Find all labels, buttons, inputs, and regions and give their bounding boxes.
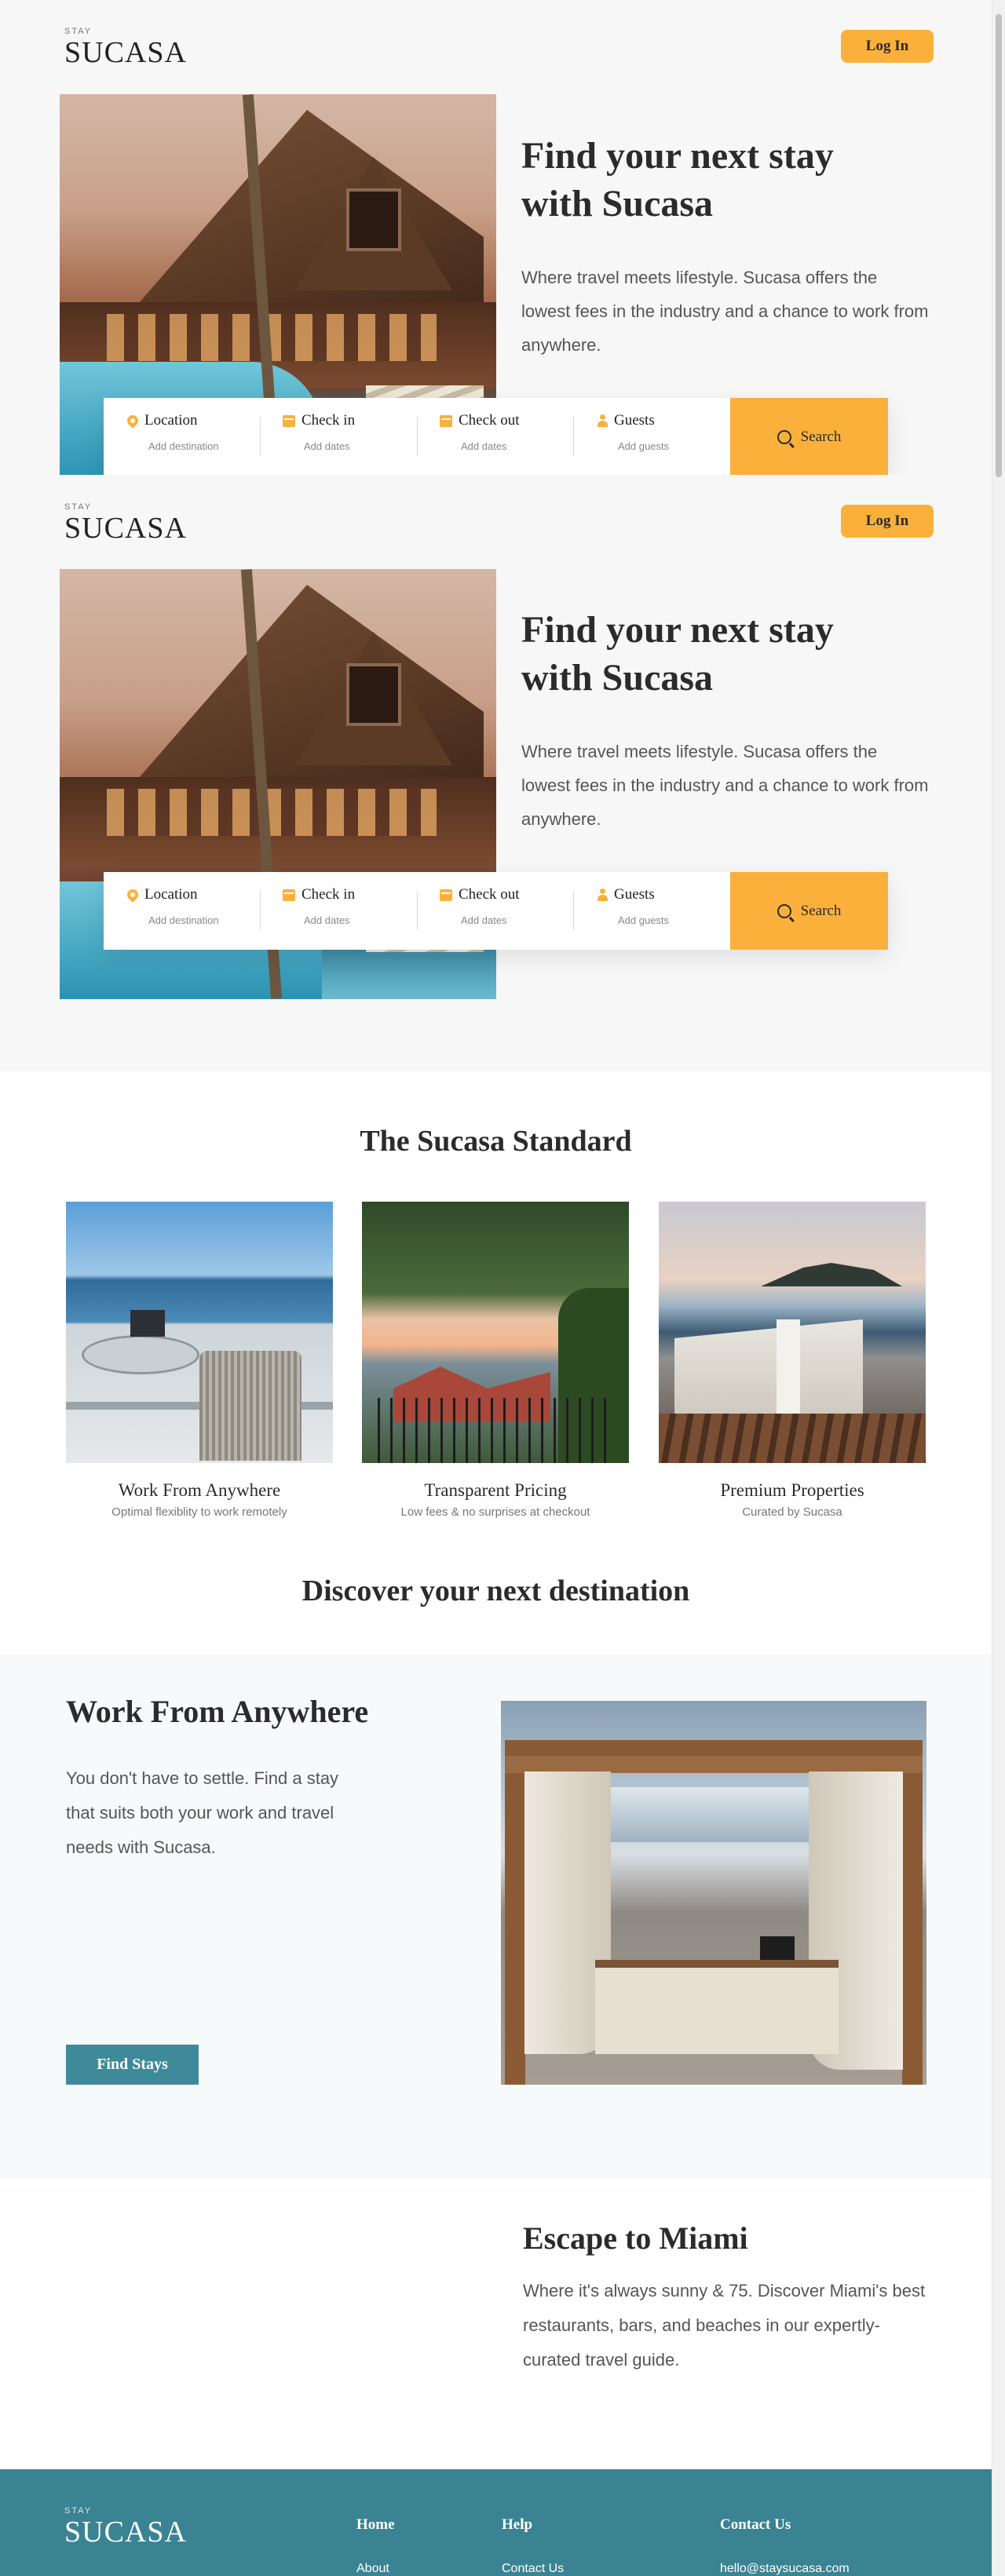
login-button[interactable]: Log In [841, 30, 934, 63]
search-bar: Location Add destination Check in Add da… [104, 872, 888, 950]
check-in-field[interactable]: Check in Add dates [283, 412, 432, 462]
page-scrollbar[interactable] [992, 0, 1005, 2576]
feature-desc: Low fees & no surprises at checkout [400, 1505, 590, 1519]
search-button-label: Search [800, 428, 842, 445]
footer: STAY SUCASA Home About Help Contact Us C… [0, 2469, 992, 2576]
logo-name: SUCASA [64, 512, 187, 545]
guests-field[interactable]: Guests Add guests [597, 886, 746, 936]
divider [417, 891, 418, 930]
work-remote-image [66, 1202, 333, 1463]
premium-image [659, 1202, 926, 1463]
calendar-icon [283, 888, 295, 901]
check-out-placeholder: Add dates [461, 914, 507, 926]
hero-title-line1: Find your next stay [521, 609, 834, 651]
pricing-image [362, 1202, 629, 1463]
hero-title-line2: with Sucasa [521, 657, 714, 699]
map-pin-icon [125, 887, 141, 903]
calendar-icon [440, 888, 452, 901]
calendar-icon [283, 414, 295, 427]
hero-title: Find your next stay with Sucasa [521, 132, 930, 228]
location-placeholder: Add destination [148, 440, 219, 452]
calendar-icon [440, 414, 452, 427]
divider [260, 417, 261, 456]
location-field[interactable]: Location Add destination [125, 412, 276, 462]
footer-heading-home: Home [356, 2516, 395, 2533]
divider [417, 417, 418, 456]
check-out-field[interactable]: Check out Add dates [440, 886, 589, 936]
guests-placeholder: Add guests [618, 914, 670, 926]
user-icon [597, 888, 608, 901]
feature-name: Transparent Pricing [424, 1480, 567, 1500]
location-label: Location [144, 886, 198, 903]
hero-subtitle: Where travel meets lifestyle. Sucasa off… [521, 742, 929, 829]
check-in-placeholder: Add dates [304, 914, 350, 926]
feature-card-premium[interactable]: Premium Properties Curated by Sucasa [659, 1202, 926, 1519]
hero-title-line1: Find your next stay [521, 135, 834, 177]
guests-label: Guests [614, 412, 655, 429]
logo-tag: STAY [64, 27, 93, 36]
wfa-title: Work From Anywhere [66, 1694, 369, 1729]
find-stays-button[interactable]: Find Stays [66, 2045, 199, 2085]
footer-logo[interactable]: STAY SUCASA [64, 2506, 187, 2547]
check-in-placeholder: Add dates [304, 440, 350, 452]
footer-heading-contact: Contact Us [720, 2516, 791, 2533]
check-out-label: Check out [459, 412, 520, 429]
search-icon [777, 903, 791, 918]
check-out-placeholder: Add dates [461, 440, 507, 452]
divider [573, 891, 574, 930]
search-button[interactable]: Search [730, 398, 888, 476]
guests-field[interactable]: Guests Add guests [597, 412, 746, 462]
guests-placeholder: Add guests [618, 440, 670, 452]
location-placeholder: Add destination [148, 914, 219, 926]
logo-name: SUCASA [64, 36, 187, 69]
logo[interactable]: STAY SUCASA [64, 27, 187, 68]
feature-card-work[interactable]: Work From Anywhere Optimal flexiblity to… [66, 1202, 333, 1519]
footer-link-email[interactable]: hello@staysucasa.com [720, 2562, 850, 2576]
location-label: Location [144, 412, 198, 429]
search-icon [777, 429, 791, 444]
logo-name: SUCASA [64, 2516, 187, 2549]
hero-title: Find your next stay with Sucasa [521, 606, 930, 702]
check-out-label: Check out [459, 886, 520, 903]
feature-name: Work From Anywhere [118, 1480, 281, 1500]
divider [573, 417, 574, 456]
user-icon [597, 414, 608, 427]
hero-title-line2: with Sucasa [521, 183, 714, 224]
check-out-field[interactable]: Check out Add dates [440, 412, 589, 462]
discover-title: Discover your next destination [302, 1574, 690, 1607]
logo[interactable]: STAY SUCASA [64, 502, 187, 543]
feature-desc: Optimal flexiblity to work remotely [111, 1505, 287, 1519]
map-pin-icon [125, 413, 141, 429]
check-in-field[interactable]: Check in Add dates [283, 886, 432, 936]
divider [260, 891, 261, 930]
footer-link-about[interactable]: About [356, 2562, 389, 2576]
location-field[interactable]: Location Add destination [125, 886, 276, 936]
logo-tag: STAY [64, 502, 93, 512]
logo-tag: STAY [64, 2506, 93, 2516]
search-bar: Location Add destination Check in Add da… [104, 398, 888, 476]
login-button[interactable]: Log In [841, 505, 934, 538]
wfa-text: You don't have to settle. Find a stay th… [66, 1768, 339, 1857]
hero-subtitle: Where travel meets lifestyle. Sucasa off… [521, 268, 929, 355]
check-in-label: Check in [302, 412, 356, 429]
miami-title: Escape to Miami [523, 2220, 748, 2256]
feature-name: Premium Properties [720, 1480, 864, 1500]
miami-text: Where it's always sunny & 75. Discover M… [523, 2281, 926, 2370]
footer-link-contact[interactable]: Contact Us [502, 2562, 564, 2576]
footer-heading-help: Help [502, 2516, 533, 2533]
feature-desc: Curated by Sucasa [742, 1505, 842, 1519]
search-button-label: Search [800, 902, 842, 919]
guests-label: Guests [614, 886, 655, 903]
wfa-photo [501, 1701, 926, 2085]
search-button[interactable]: Search [730, 872, 888, 950]
scrollbar-thumb[interactable] [996, 14, 1002, 477]
feature-card-pricing[interactable]: Transparent Pricing Low fees & no surpri… [362, 1202, 629, 1519]
check-in-label: Check in [302, 886, 356, 903]
standard-title: The Sucasa Standard [360, 1125, 632, 1158]
